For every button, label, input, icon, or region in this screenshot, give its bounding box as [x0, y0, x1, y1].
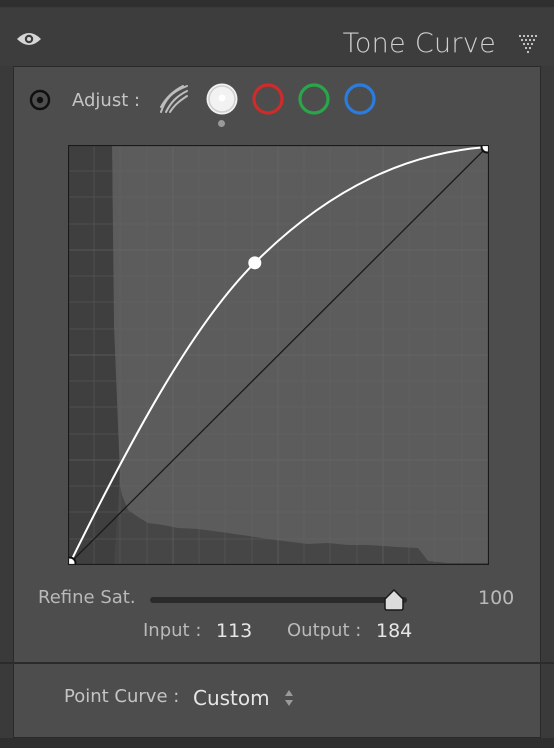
- dropdown-arrows-icon[interactable]: [283, 688, 295, 708]
- panel-header[interactable]: Tone Curve: [0, 8, 554, 66]
- curve-point-black: [68, 556, 77, 565]
- input-value[interactable]: 113: [216, 620, 252, 642]
- blue-circle-icon[interactable]: [343, 82, 377, 116]
- targeted-adjustment-icon[interactable]: [29, 89, 51, 111]
- output-value[interactable]: 184: [376, 620, 412, 642]
- tone-curve-graph[interactable]: [68, 145, 489, 565]
- refine-sat-slider[interactable]: [150, 597, 407, 603]
- red-circle-icon[interactable]: [251, 82, 285, 116]
- parametric-curve-icon[interactable]: [157, 82, 191, 116]
- panel-bottom-edge: [0, 738, 554, 748]
- point-curve-label: Point Curve :: [64, 686, 180, 707]
- selected-channel-indicator: [218, 120, 225, 127]
- refine-sat-label: Refine Sat.: [38, 587, 136, 608]
- eye-icon[interactable]: [16, 30, 42, 48]
- green-circle-icon[interactable]: [297, 82, 331, 116]
- curve-point-selected: [248, 256, 262, 270]
- input-label: Input :: [143, 620, 202, 641]
- output-label: Output :: [287, 620, 362, 641]
- refine-sat-slider-thumb[interactable]: [382, 589, 406, 611]
- refine-sat-value: 100: [478, 587, 515, 609]
- point-curve-select[interactable]: Custom: [193, 686, 270, 710]
- adjust-label: Adjust :: [72, 90, 141, 111]
- curve-point-white: [480, 145, 489, 154]
- white-circle-icon[interactable]: [205, 82, 239, 116]
- panel-title: Tone Curve: [342, 28, 496, 59]
- collapse-triangle-icon[interactable]: [518, 34, 538, 54]
